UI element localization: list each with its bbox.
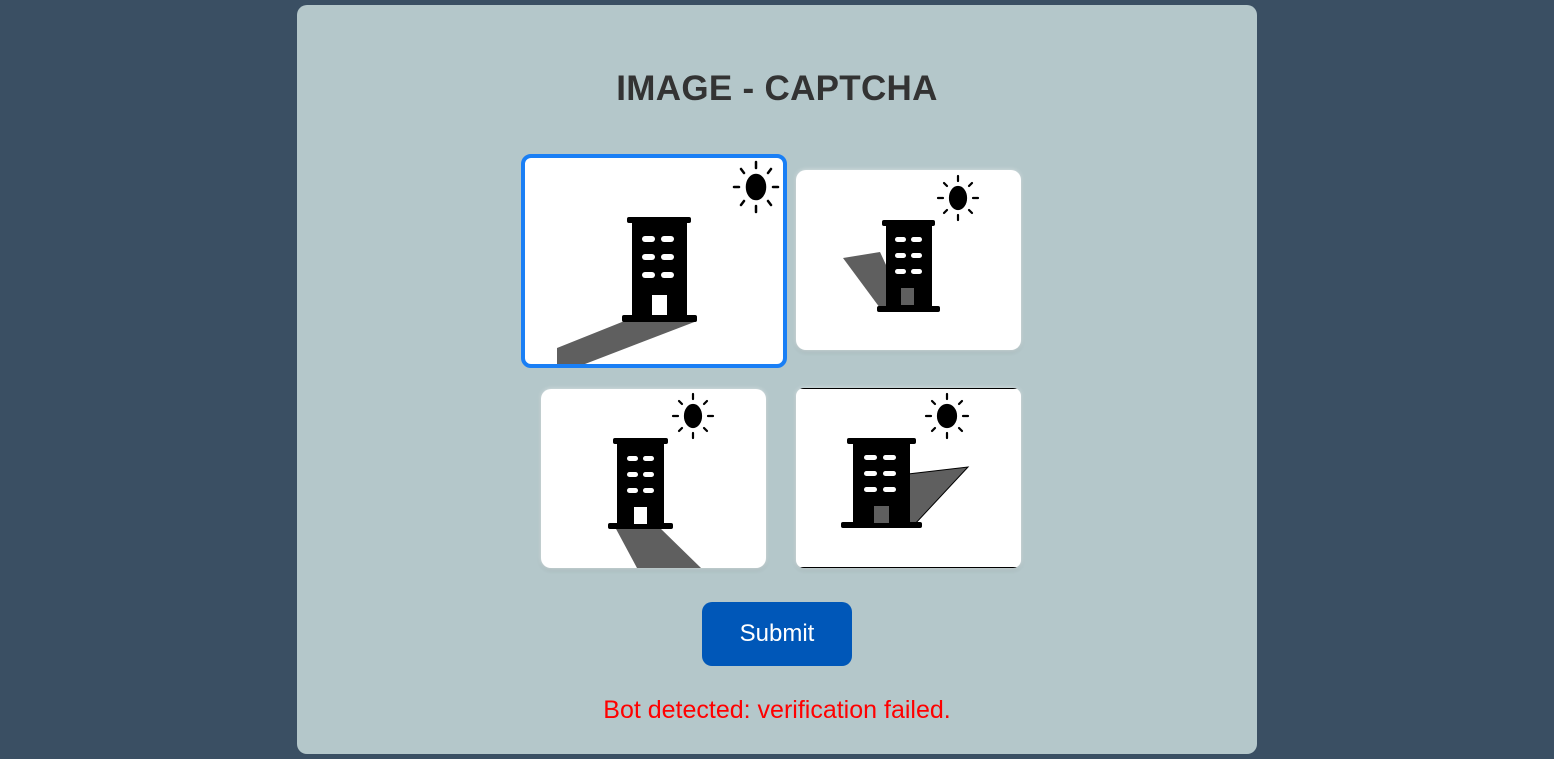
- submit-button[interactable]: Submit: [702, 602, 852, 666]
- captcha-card: IMAGE - CAPTCHA Submit Bot detected: ver…: [297, 5, 1257, 754]
- building-shadow-image-icon: [843, 174, 980, 312]
- captcha-tile-1[interactable]: [521, 154, 787, 368]
- page-title: IMAGE - CAPTCHA: [616, 69, 938, 108]
- building-shadow-image-icon: [796, 388, 1021, 568]
- captcha-tile-2[interactable]: [796, 170, 1021, 350]
- building-shadow-image-icon: [608, 392, 715, 568]
- status-message: Bot detected: verification failed.: [603, 696, 951, 724]
- captcha-tile-4[interactable]: [796, 388, 1021, 568]
- building-shadow-image-icon: [557, 160, 780, 364]
- captcha-tile-3[interactable]: [541, 389, 766, 568]
